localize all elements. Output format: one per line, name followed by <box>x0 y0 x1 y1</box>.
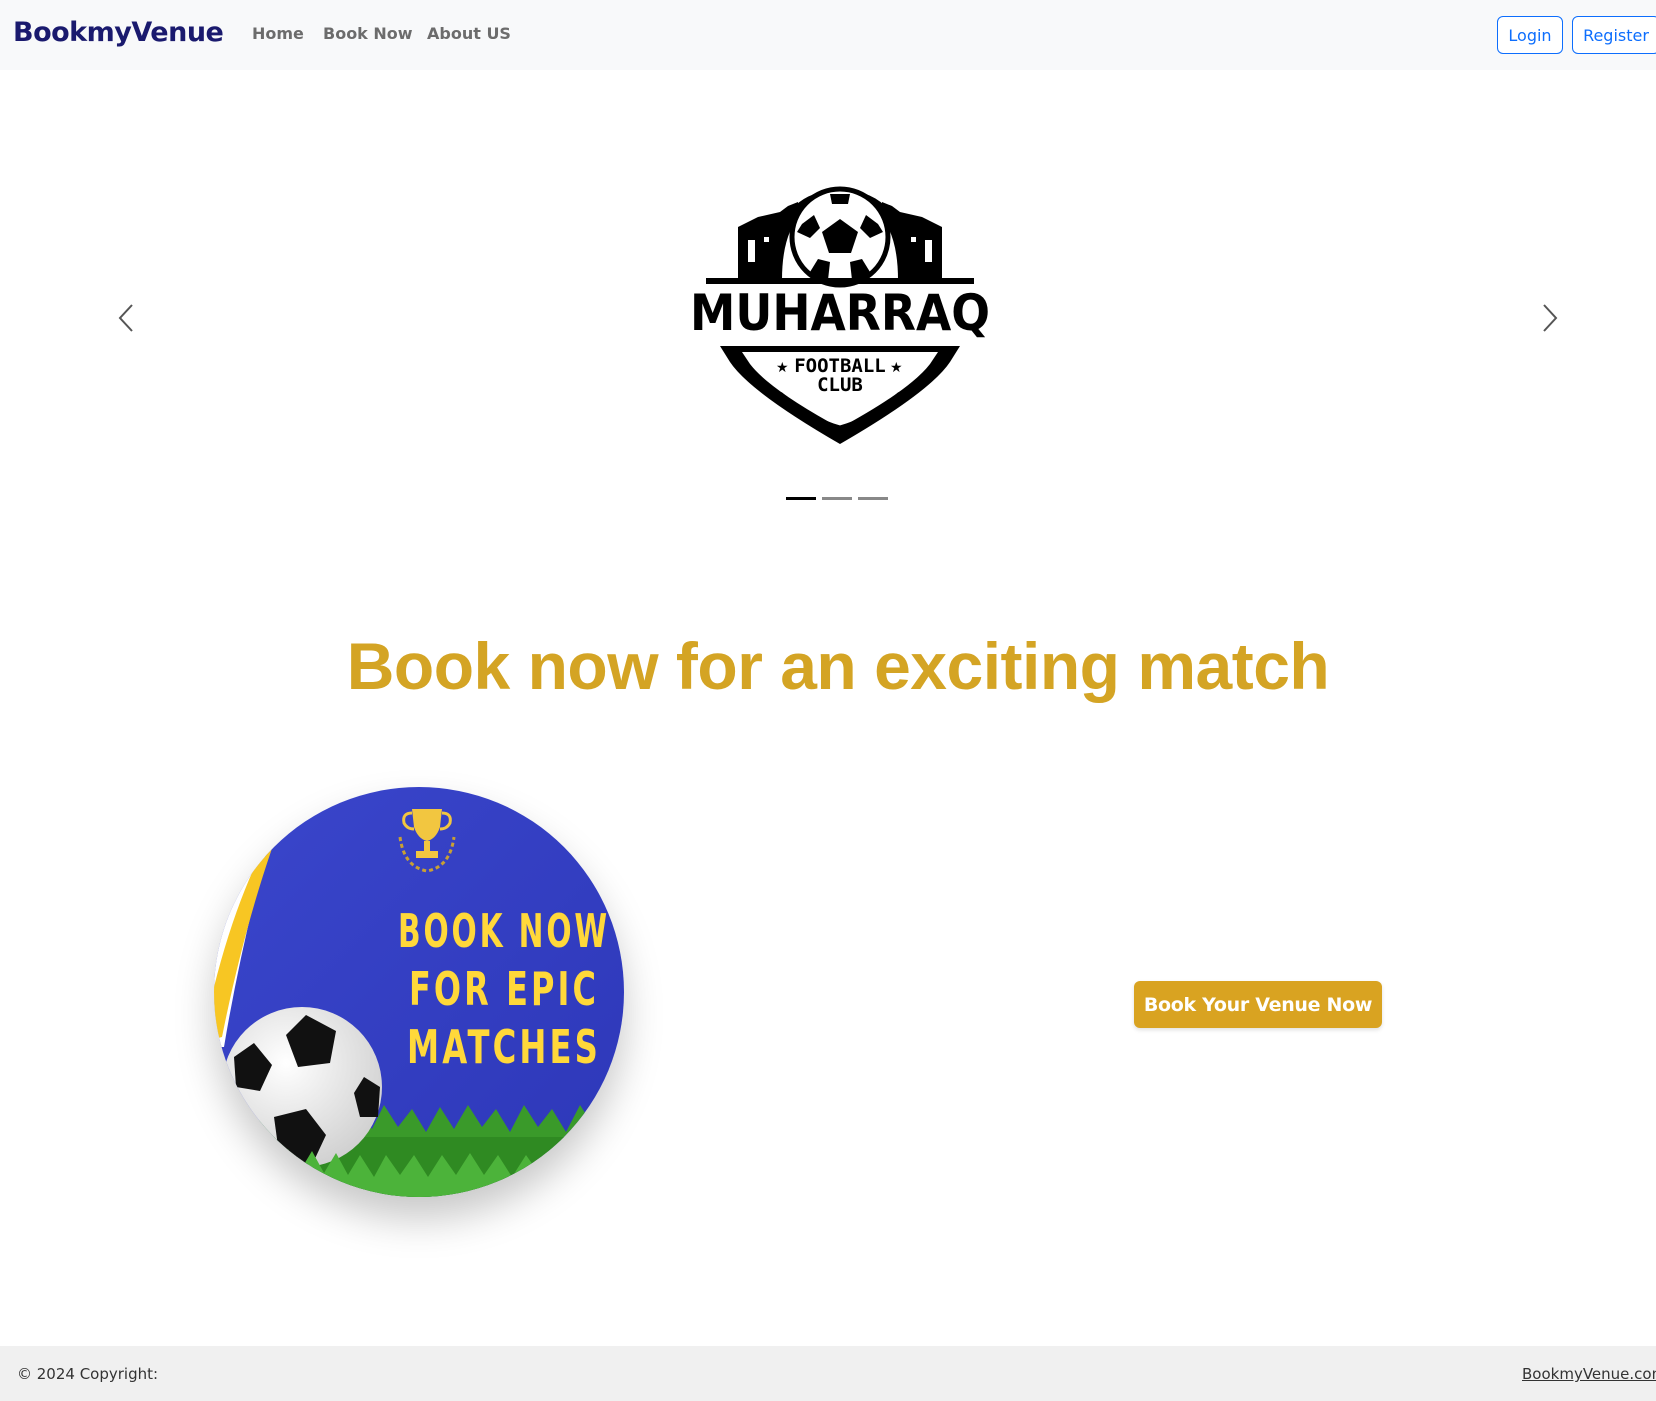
brand-logo[interactable]: BookmyVenue <box>13 17 224 48</box>
register-button[interactable]: Register <box>1572 16 1656 54</box>
club-crest-logo: MUHARRAQ ★ ★ FOOTBALL CLUB <box>690 186 990 444</box>
chevron-left-icon <box>118 304 133 332</box>
footer-copyright: © 2024 Copyright: <box>17 1365 159 1383</box>
promo-line-2: FOR EPIC <box>409 962 599 1016</box>
nav-home[interactable]: Home <box>252 24 304 43</box>
chevron-right-icon <box>1543 304 1558 332</box>
carousel-prev-button[interactable] <box>106 298 146 338</box>
crest-subtitle-2: CLUB <box>817 374 863 396</box>
hero-carousel: MUHARRAQ ★ ★ FOOTBALL CLUB <box>0 70 1656 510</box>
book-venue-button[interactable]: Book Your Venue Now <box>1134 981 1382 1028</box>
carousel-indicator-2[interactable] <box>822 497 852 500</box>
navbar: BookmyVenue Home Book Now About US Login… <box>0 0 1656 70</box>
promo-image: BOOK NOW FOR EPIC MATCHES <box>214 787 624 1197</box>
soccer-ball-icon <box>222 1007 382 1167</box>
login-button[interactable]: Login <box>1497 16 1563 54</box>
carousel-indicators <box>786 497 888 500</box>
footer-site-link[interactable]: BookmyVenue.com <box>1522 1365 1656 1383</box>
svg-text:★: ★ <box>890 360 903 376</box>
carousel-indicator-3[interactable] <box>858 497 888 500</box>
promo-line-1: BOOK NOW <box>398 904 610 958</box>
nav-book-now[interactable]: Book Now <box>323 24 413 43</box>
nav-about-us[interactable]: About US <box>427 24 511 43</box>
carousel-next-button[interactable] <box>1530 298 1570 338</box>
crest-name: MUHARRAQ <box>690 284 990 342</box>
svg-text:★: ★ <box>776 360 789 376</box>
carousel-indicator-1[interactable] <box>786 497 816 500</box>
page-headline: Book now for an exciting match <box>346 629 1330 703</box>
promo-line-3: MATCHES <box>407 1020 601 1074</box>
footer: © 2024 Copyright: BookmyVenue.com <box>0 1346 1656 1401</box>
